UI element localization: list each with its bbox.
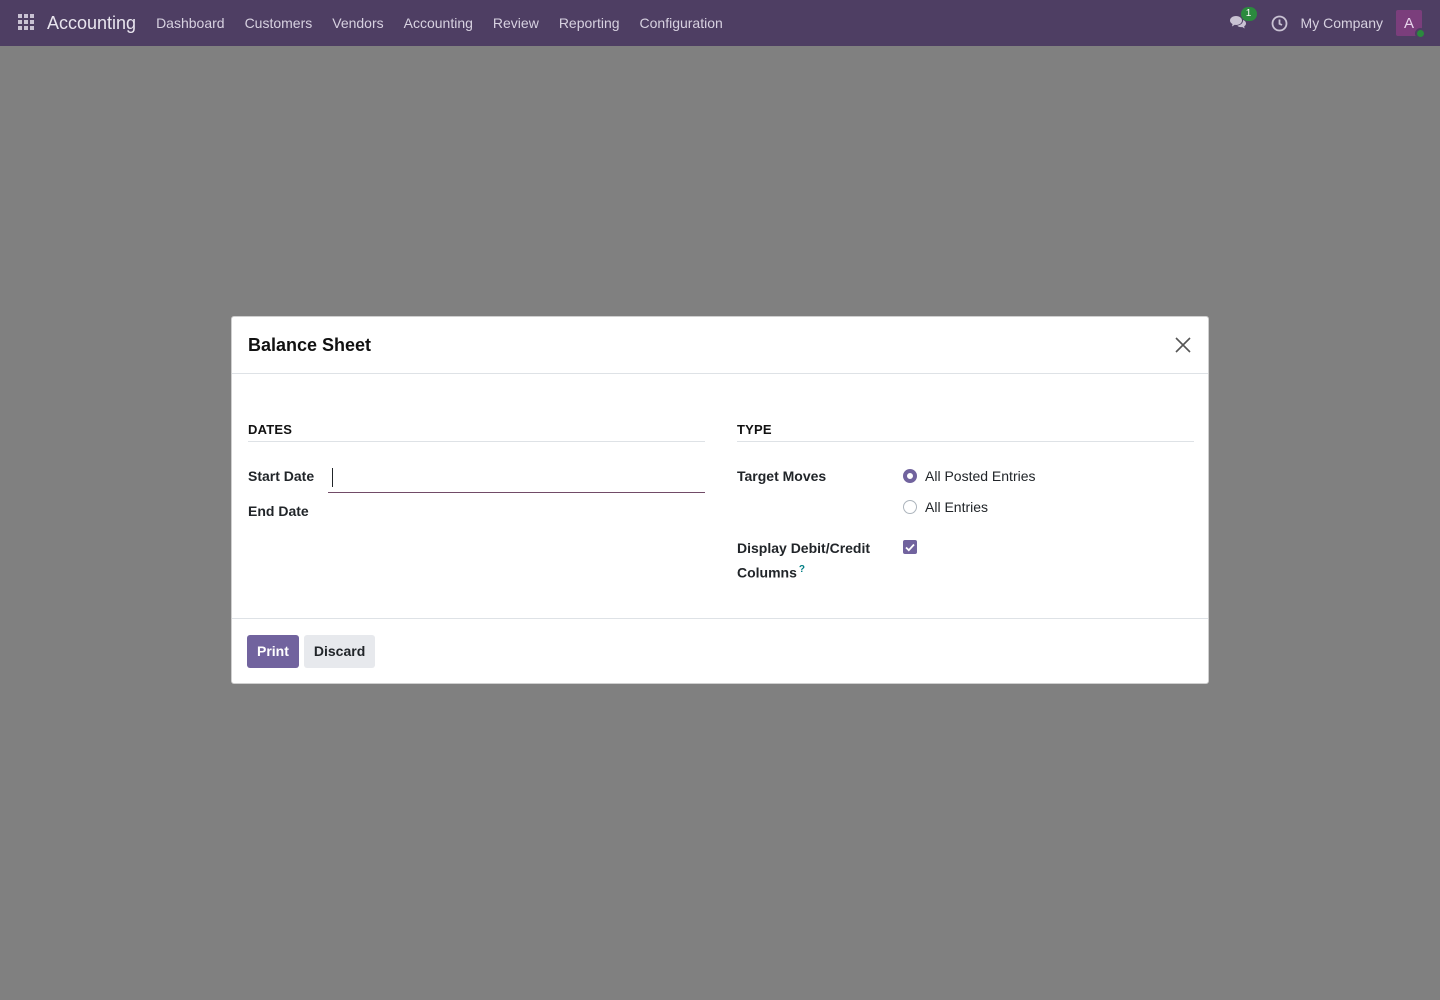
apps-menu-icon[interactable] (18, 14, 36, 32)
menu-item-configuration[interactable]: Configuration (630, 15, 733, 31)
menu-item-vendors[interactable]: Vendors (322, 15, 393, 31)
menu-item-dashboard[interactable]: Dashboard (146, 15, 235, 31)
dialog-footer: Print Discard (232, 618, 1208, 683)
discard-button[interactable]: Discard (303, 634, 376, 668)
menu-item-review[interactable]: Review (483, 15, 549, 31)
start-date-input[interactable] (328, 462, 705, 493)
company-switcher[interactable]: My Company (1301, 15, 1383, 31)
menu-item-reporting[interactable]: Reporting (549, 15, 630, 31)
main-menu: Dashboard Customers Vendors Accounting R… (146, 15, 733, 31)
dialog-title: Balance Sheet (248, 334, 372, 355)
end-date-label: End Date (248, 503, 309, 519)
type-section-title: TYPE (737, 422, 1194, 442)
balance-sheet-dialog: Balance Sheet DATES Start Date End Date … (231, 316, 1209, 684)
radio-all-posted-entries[interactable]: All Posted Entries (903, 468, 1036, 484)
radio-label[interactable]: All Posted Entries (925, 468, 1036, 484)
clock-icon (1271, 15, 1288, 31)
print-button[interactable]: Print (247, 634, 299, 668)
app-name[interactable]: Accounting (47, 13, 136, 34)
display-debit-credit-checkbox[interactable] (903, 540, 917, 554)
message-count-badge: 1 (1240, 7, 1257, 21)
close-button[interactable] (1174, 336, 1192, 354)
menu-item-customers[interactable]: Customers (235, 15, 323, 31)
radio-unchecked-icon[interactable] (903, 500, 917, 514)
type-group: TYPE Target Moves All Posted Entries All… (737, 422, 1194, 588)
display-debit-credit-label: Display Debit/Credit Columns? (737, 538, 887, 584)
dialog-body: DATES Start Date End Date TYPE Target Mo… (232, 374, 1208, 620)
avatar-initial: A (1403, 14, 1414, 32)
start-date-label: Start Date (248, 468, 315, 484)
radio-checked-icon[interactable] (903, 469, 917, 483)
messages-button[interactable]: 1 (1227, 7, 1257, 34)
radio-all-entries[interactable]: All Entries (903, 499, 988, 515)
radio-label[interactable]: All Entries (925, 499, 988, 515)
target-moves-row: Target Moves All Posted Entries All Entr… (737, 464, 1194, 534)
checkmark-icon (905, 543, 915, 551)
dates-section-title: DATES (248, 422, 705, 442)
display-debit-credit-row: Display Debit/Credit Columns? (737, 538, 1194, 588)
user-avatar[interactable]: A (1396, 10, 1426, 39)
dates-group: DATES Start Date End Date (248, 422, 705, 519)
activities-button[interactable] (1269, 12, 1291, 34)
start-date-row: Start Date (248, 462, 705, 510)
help-tooltip-icon[interactable]: ? (799, 564, 805, 575)
top-navbar: Accounting Dashboard Customers Vendors A… (0, 0, 1440, 46)
text-cursor (332, 468, 333, 487)
online-status-icon (1415, 28, 1426, 39)
dialog-header: Balance Sheet (232, 317, 1208, 374)
menu-item-accounting[interactable]: Accounting (394, 15, 483, 31)
target-moves-label: Target Moves (737, 468, 827, 484)
close-icon (1175, 337, 1191, 353)
